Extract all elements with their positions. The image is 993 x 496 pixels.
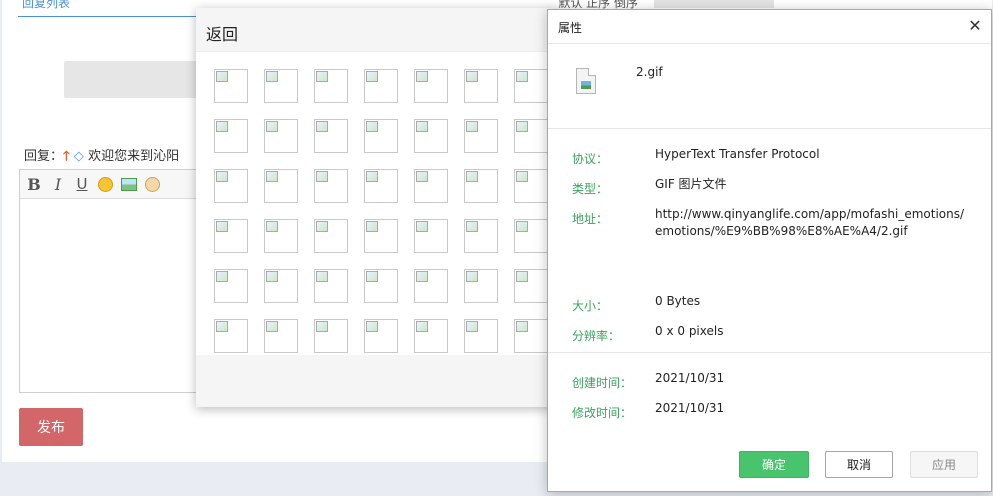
emoji-thumbnail[interactable] xyxy=(514,169,548,203)
underline-icon[interactable]: U xyxy=(74,175,90,193)
emoji-thumbnail[interactable] xyxy=(314,219,348,253)
emoji-thumbnail[interactable] xyxy=(364,319,398,353)
image-icon[interactable] xyxy=(121,177,137,191)
emoji-picker-dialog: 返回 xyxy=(196,8,554,407)
emoji-thumbnail[interactable] xyxy=(264,169,298,203)
emoji-thumbnail[interactable] xyxy=(264,69,298,103)
emoji-grid xyxy=(214,69,554,355)
emoji-thumbnail[interactable] xyxy=(414,169,448,203)
emoji-thumbnail[interactable] xyxy=(514,69,548,103)
emoji-thumbnail[interactable] xyxy=(514,219,548,253)
emoji-thumbnail[interactable] xyxy=(314,69,348,103)
emoji-thumbnail[interactable] xyxy=(314,319,348,353)
divider xyxy=(548,43,991,44)
modified-label: 修改时间： xyxy=(572,406,633,420)
emoji-thumbnail[interactable] xyxy=(364,119,398,153)
up-arrow-icon: 🡑 xyxy=(63,149,70,164)
resolution-value: 0 x 0 pixels xyxy=(655,324,724,338)
emoji-thumbnail[interactable] xyxy=(514,319,548,353)
emoji-thumbnail[interactable] xyxy=(464,269,498,303)
publish-button[interactable]: 发布 xyxy=(19,408,83,446)
editor-toolbar: B I U xyxy=(20,170,220,199)
divider xyxy=(548,128,991,129)
emoji-thumbnail[interactable] xyxy=(364,269,398,303)
protocol-value: HyperText Transfer Protocol xyxy=(655,147,820,161)
emoji-thumbnail[interactable] xyxy=(264,219,298,253)
emoji-thumbnail[interactable] xyxy=(464,119,498,153)
sticker-icon[interactable] xyxy=(145,176,160,192)
address-value: http://www.qinyanglife.com/app/mofashi_e… xyxy=(655,207,965,238)
emoji-thumbnail[interactable] xyxy=(414,219,448,253)
type-value: GIF 图片文件 xyxy=(655,177,727,191)
size-value: 0 Bytes xyxy=(655,294,701,308)
modified-value: 2021/10/31 xyxy=(655,401,725,415)
emoji-thumbnail[interactable] xyxy=(414,269,448,303)
reply-editor: B I U xyxy=(19,169,221,393)
address-label: 地址： xyxy=(572,212,609,226)
emoji-thumbnail[interactable] xyxy=(214,269,248,303)
ok-button[interactable]: 确定 xyxy=(739,451,809,478)
emoji-thumbnail[interactable] xyxy=(464,169,498,203)
italic-icon[interactable]: I xyxy=(50,175,66,194)
type-label: 类型： xyxy=(572,182,609,196)
emoji-thumbnail[interactable] xyxy=(214,69,248,103)
emoji-icon[interactable] xyxy=(98,176,113,192)
emoji-thumbnail[interactable] xyxy=(264,269,298,303)
emoji-thumbnail[interactable] xyxy=(414,319,448,353)
emoji-thumbnail[interactable] xyxy=(414,119,448,153)
emoji-thumbnail[interactable] xyxy=(314,119,348,153)
emoji-thumbnail[interactable] xyxy=(464,219,498,253)
cancel-button[interactable]: 取消 xyxy=(825,451,893,478)
emoji-thumbnail[interactable] xyxy=(514,269,548,303)
emoji-thumbnail[interactable] xyxy=(214,119,248,153)
emoji-thumbnail[interactable] xyxy=(264,119,298,153)
protocol-label: 协议： xyxy=(572,152,609,166)
size-label: 大小： xyxy=(572,299,609,313)
picker-footer xyxy=(196,355,554,407)
created-value: 2021/10/31 xyxy=(655,371,725,385)
emoji-thumbnail[interactable] xyxy=(314,269,348,303)
emoji-thumbnail[interactable] xyxy=(414,69,448,103)
diamond-icon: ◇ xyxy=(73,149,84,164)
emoji-thumbnail[interactable] xyxy=(314,169,348,203)
background-panel-strip xyxy=(654,0,774,8)
close-icon[interactable]: ✕ xyxy=(965,16,985,36)
emoji-thumbnail[interactable] xyxy=(464,319,498,353)
dialog-title: 属性 xyxy=(558,21,583,35)
picker-header: 返回 xyxy=(196,8,554,52)
apply-button[interactable]: 应用 xyxy=(910,451,978,478)
bold-icon[interactable]: B xyxy=(26,175,42,194)
tab-reply-list[interactable]: 回复列表 xyxy=(22,0,70,11)
properties-dialog: 属性 ✕ 2.gif 协议： HyperText Transfer Protoc… xyxy=(547,9,992,492)
placeholder-block xyxy=(64,61,204,98)
emoji-thumbnail[interactable] xyxy=(364,169,398,203)
reply-prefix: 回复： xyxy=(24,149,64,164)
emoji-thumbnail[interactable] xyxy=(214,319,248,353)
emoji-thumbnail[interactable] xyxy=(464,69,498,103)
back-button[interactable]: 返回 xyxy=(206,21,238,45)
reply-welcome-text: 欢迎您来到沁阳 xyxy=(88,149,180,164)
emoji-thumbnail[interactable] xyxy=(364,219,398,253)
file-name: 2.gif xyxy=(636,65,663,79)
emoji-thumbnail[interactable] xyxy=(214,219,248,253)
divider xyxy=(548,352,991,353)
reply-line: 回复：🡑 ◇ 欢迎您来到沁阳 xyxy=(24,145,179,169)
created-label: 创建时间： xyxy=(572,376,633,390)
emoji-thumbnail[interactable] xyxy=(364,69,398,103)
resolution-label: 分辨率： xyxy=(572,329,621,343)
emoji-thumbnail[interactable] xyxy=(264,319,298,353)
gif-file-icon xyxy=(576,68,596,94)
emoji-thumbnail[interactable] xyxy=(514,119,548,153)
emoji-thumbnail[interactable] xyxy=(214,169,248,203)
